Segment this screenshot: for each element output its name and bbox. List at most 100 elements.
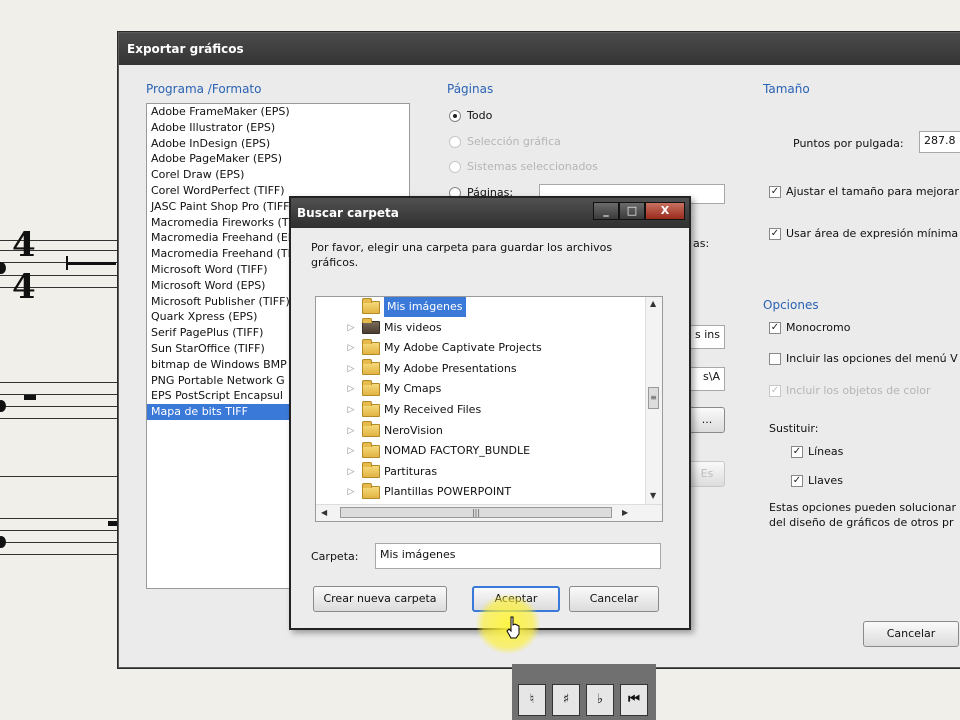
checkbox[interactable]: ✓ [791, 474, 803, 487]
dpi-input[interactable]: 287.8 [919, 131, 960, 153]
beam [66, 262, 116, 265]
expand-arrow-icon[interactable]: ▷ [344, 421, 358, 441]
include-color-checkbox[interactable]: ✓ Incluir los objetos de color [769, 384, 931, 397]
staff-line [0, 418, 120, 419]
radio-button[interactable] [449, 109, 461, 122]
checkbox[interactable]: ✓ [791, 445, 803, 458]
expand-arrow-icon[interactable]: ▷ [344, 318, 358, 338]
format-list-item[interactable]: Corel Draw (EPS) [147, 167, 409, 183]
expand-arrow-icon[interactable]: ▷ [344, 359, 358, 379]
staff-line [0, 394, 120, 395]
folder-cancel-button[interactable]: Cancelar [569, 586, 659, 612]
folder-icon [362, 421, 380, 438]
folder-tree-item[interactable]: ▷ My Received Files [316, 400, 481, 420]
path-input[interactable]: s\A [689, 367, 725, 391]
natural-button[interactable]: ♮ [518, 684, 546, 716]
folder-icon [362, 379, 380, 396]
folder-tree[interactable]: Mis imágenes ▷ Mis videos ▷ My Adobe Captiva… [315, 296, 663, 522]
staff-line [0, 554, 120, 555]
folder-tree-item[interactable]: ▷ Partituras [316, 462, 437, 482]
lines-checkbox[interactable]: ✓ Líneas [791, 445, 843, 458]
radio-button[interactable] [449, 160, 461, 173]
folder-tree-label: NeroVision [384, 423, 443, 437]
minimize-button[interactable]: _ [593, 202, 619, 220]
scroll-left-icon[interactable]: ◀ [321, 508, 327, 517]
expand-arrow-icon[interactable]: ▷ [344, 379, 358, 399]
folder-tree-item[interactable]: ▷ Plantillas POWERPOINT [316, 482, 511, 502]
size-group-label: Tamaño [763, 82, 810, 96]
expand-arrow-icon[interactable]: ▷ [344, 462, 358, 482]
accept-button[interactable]: Aceptar [472, 586, 560, 612]
radio-button[interactable] [449, 135, 461, 148]
keys-checkbox[interactable]: ✓ Llaves [791, 474, 843, 487]
folder-tree-item[interactable]: ▷ My Adobe Captivate Projects [316, 338, 542, 358]
new-folder-button[interactable]: Crear nueva carpeta [313, 586, 447, 612]
radio-selection[interactable]: Selección gráfica [449, 135, 561, 148]
sharp-button[interactable]: ♯ [552, 684, 580, 716]
folder-icon [362, 462, 380, 479]
include-menu-checkbox[interactable]: Incluir las opciones del menú V [769, 352, 958, 365]
checkbox[interactable]: ✓ [769, 227, 781, 240]
folder-tree-item[interactable]: ▷ NeroVision [316, 421, 443, 441]
scroll-right-icon[interactable]: ▶ [622, 508, 628, 517]
expand-arrow-icon[interactable]: ▷ [344, 441, 358, 461]
radio-selected-systems[interactable]: Sistemas seleccionados [449, 160, 598, 173]
staff-line [0, 382, 120, 383]
horizontal-scrollbar[interactable]: ◀ ||| ▶ [316, 504, 662, 521]
expand-arrow-icon[interactable]: ▷ [344, 400, 358, 420]
format-list-item[interactable]: Adobe Illustrator (EPS) [147, 120, 409, 136]
adjust-size-checkbox[interactable]: ✓ Ajustar el tamaño para mejorar [769, 185, 959, 198]
folder-tree-label: Mis videos [384, 320, 442, 334]
vertical-scrollbar[interactable]: ▲ ≡ ▼ [645, 297, 662, 505]
folder-tree-item[interactable]: ▷ My Cmaps [316, 379, 441, 399]
browse-button[interactable]: ... [689, 407, 725, 433]
format-list-item[interactable]: Adobe InDesign (EPS) [147, 136, 409, 152]
note-head [0, 262, 6, 274]
folder-tree-label: NOMAD FACTORY_BUNDLE [384, 444, 531, 458]
lines-label: Líneas [808, 445, 844, 458]
folder-tree-label: My Adobe Presentations [384, 361, 517, 375]
checkbox[interactable]: ✓ [769, 321, 781, 334]
format-group-label: Programa /Formato [146, 82, 262, 96]
browse-folder-dialog: Buscar carpeta _ □ X Por favor, elegir u… [289, 196, 691, 630]
monochrome-checkbox[interactable]: ✓ Monocromo [769, 321, 850, 334]
partial-disabled-button[interactable]: Es [689, 461, 725, 487]
folder-tree-item[interactable]: ▷ My Adobe Presentations [316, 359, 517, 379]
folder-tree-item[interactable]: ▷ NOMAD FACTORY_BUNDLE [316, 441, 530, 461]
rest [24, 395, 36, 400]
filename-input[interactable]: s ins [689, 325, 725, 349]
folder-tree-label: My Cmaps [384, 382, 442, 396]
flat-button[interactable]: ♭ [586, 684, 614, 716]
horizontal-scroll-thumb[interactable]: ||| [340, 507, 612, 518]
substitute-label: Sustituir: [769, 422, 819, 435]
expand-arrow-icon[interactable]: ▷ [344, 338, 358, 358]
checkbox[interactable]: ✓ [769, 384, 781, 397]
scroll-up-icon[interactable]: ▲ [650, 299, 656, 308]
radio-all[interactable]: Todo [449, 109, 492, 122]
folder-dialog-titlebar[interactable]: Buscar carpeta _ □ X [291, 198, 689, 228]
checkbox[interactable] [769, 352, 781, 365]
checkbox[interactable]: ✓ [769, 185, 781, 198]
radio-selection-label: Selección gráfica [467, 135, 561, 148]
double-flat-button[interactable]: ⏮ [620, 684, 648, 716]
folder-input[interactable]: Mis imágenes [375, 543, 661, 569]
format-list-item[interactable]: Adobe FrameMaker (EPS) [147, 104, 409, 120]
export-cancel-button[interactable]: Cancelar [863, 621, 959, 647]
format-list-item[interactable]: Adobe PageMaker (EPS) [147, 151, 409, 167]
folder-tree-item[interactable]: Mis imágenes [316, 297, 466, 317]
maximize-button[interactable]: □ [619, 202, 645, 220]
staff-line [0, 542, 120, 543]
folder-tree-item[interactable]: ▷ Mis videos [316, 318, 442, 338]
expand-arrow-icon[interactable]: ▷ [344, 482, 358, 502]
export-dialog-title[interactable]: Exportar gráficos [119, 33, 960, 65]
vertical-scroll-thumb[interactable]: ≡ [648, 387, 659, 409]
time-signature-top: 4 [12, 225, 36, 265]
close-button[interactable]: X [645, 202, 685, 220]
min-area-checkbox[interactable]: ✓ Usar área de expresión mínima [769, 227, 958, 240]
folder-icon [362, 482, 380, 499]
folder-prompt: Por favor, elegir una carpeta para guard… [311, 241, 613, 269]
accidentals-palette: ♮ ♯ ♭ ⏮ [512, 664, 656, 720]
include-color-label: Incluir los objetos de color [786, 384, 931, 397]
monochrome-label: Monocromo [786, 321, 851, 334]
scroll-down-icon[interactable]: ▼ [650, 491, 656, 500]
